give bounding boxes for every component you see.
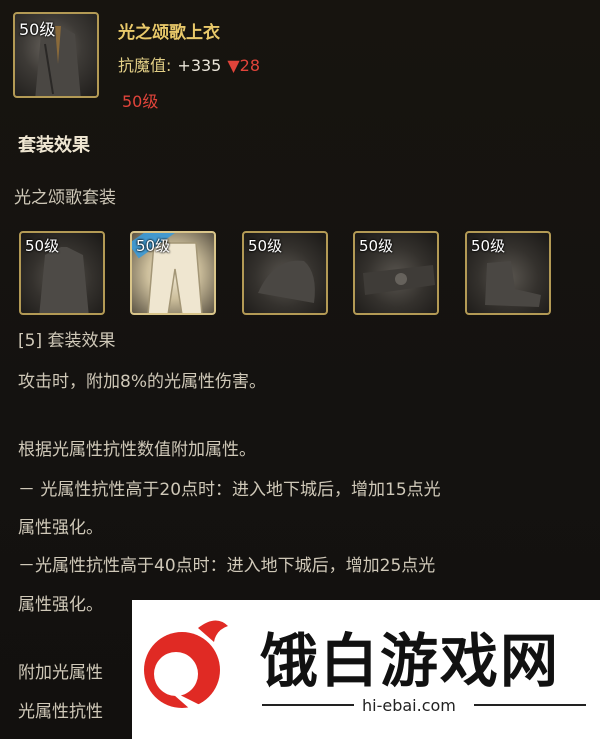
set-name: 光之颂歌套装: [14, 188, 116, 208]
description-line: － 光属性抗性高于20点时：进入地下城后，增加15点光: [18, 480, 441, 500]
set-piece-shoes[interactable]: 50级: [465, 231, 551, 315]
description-line: 附加光属性: [18, 663, 103, 683]
set-bonus-heading: [5] 套装效果: [18, 331, 116, 351]
required-level: 50级: [122, 92, 159, 111]
set-piece-shoulder[interactable]: 50级: [242, 231, 328, 315]
set-piece-level-badge: 50级: [359, 237, 394, 255]
set-effect-heading: 套装效果: [18, 135, 90, 156]
description-line: －光属性抗性高于40点时：进入地下城后，增加25点光: [18, 556, 436, 576]
resist-value: +335: [177, 56, 222, 75]
description-line: 光属性抗性: [18, 702, 103, 722]
item-level-badge: 50级: [19, 20, 56, 39]
rooster-logo-icon: [144, 620, 228, 716]
set-piece-level-badge: 50级: [248, 237, 283, 255]
description-line: 属性强化。: [18, 518, 103, 538]
set-piece-pants[interactable]: 50级: [130, 231, 216, 315]
set-piece-level-badge: 50级: [25, 237, 60, 255]
watermark-rule-right: [474, 704, 586, 706]
set-piece-belt[interactable]: 50级: [353, 231, 439, 315]
item-icon-slot[interactable]: 50级: [13, 12, 99, 98]
resist-label: 抗魔值:: [118, 56, 172, 75]
watermark-url: hi-ebai.com: [362, 696, 456, 715]
description-line: 攻击时，附加8%的光属性伤害。: [18, 372, 266, 392]
resist-row: 抗魔值: +335 ▼28: [118, 52, 260, 76]
resist-decrease: ▼28: [227, 56, 261, 75]
set-piece-level-badge: 50级: [471, 237, 506, 255]
set-piece-coat[interactable]: 50级: [19, 231, 105, 315]
description-line: 属性强化。: [18, 595, 103, 615]
description-line: 根据光属性抗性数值附加属性。: [18, 440, 256, 460]
watermark-rule-left: [262, 704, 354, 706]
item-title: 光之颂歌上衣: [118, 23, 220, 43]
set-piece-level-badge: 50级: [136, 237, 171, 255]
watermark-banner: 饿白游戏网 hi-ebai.com: [132, 600, 600, 739]
watermark-brand: 饿白游戏网: [260, 627, 561, 695]
